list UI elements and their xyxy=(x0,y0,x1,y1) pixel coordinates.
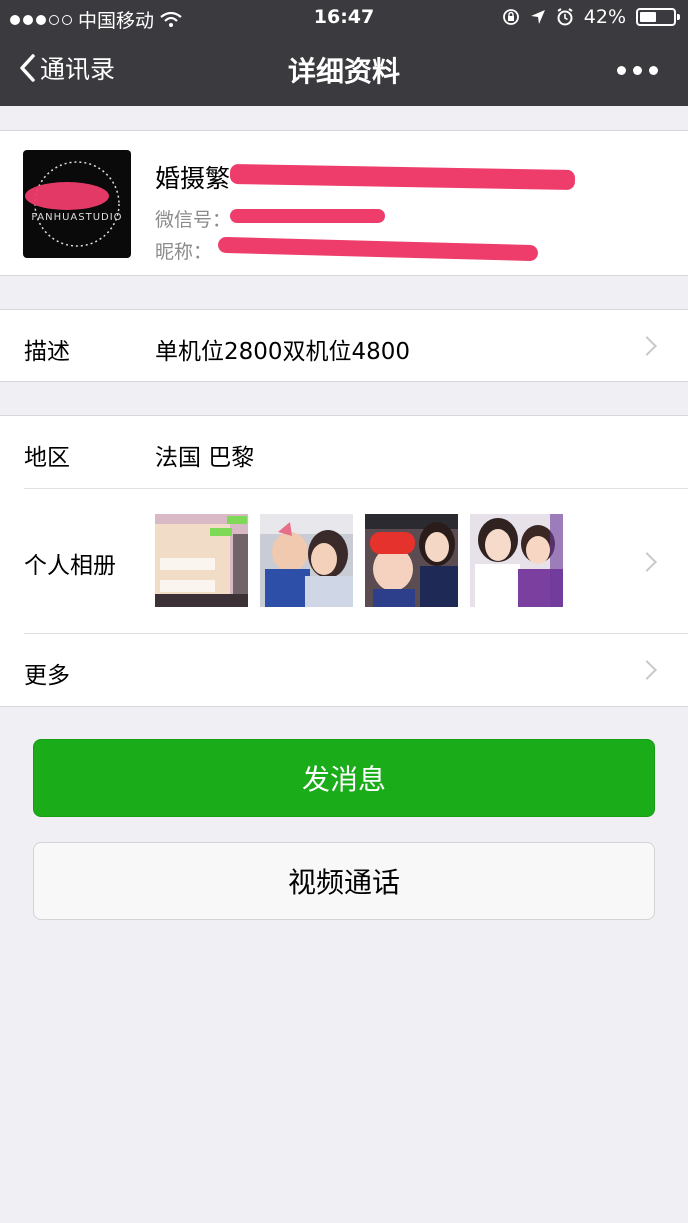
contact-name: 婚摄繁 xyxy=(155,164,231,193)
battery-percent: 42% xyxy=(583,6,626,28)
details-card: 地区 法国 巴黎 个人相册 更多 xyxy=(0,415,688,707)
avatar-logo-text: FANHUASTUDIO xyxy=(31,212,123,223)
battery-icon xyxy=(636,8,680,26)
region-label: 地区 xyxy=(24,445,70,471)
ellipsis-icon xyxy=(617,66,626,75)
description-value: 单机位2800双机位4800 xyxy=(155,339,411,365)
status-bar: 中国移动 16:47 42% xyxy=(0,0,688,36)
more-label: 更多 xyxy=(24,663,70,689)
video-call-button[interactable]: 视频通话 xyxy=(33,842,655,920)
location-icon xyxy=(530,10,545,24)
chevron-right-icon xyxy=(637,552,657,572)
region-value: 法国 巴黎 xyxy=(155,445,255,471)
chevron-right-icon xyxy=(637,660,657,680)
nickname-redaction xyxy=(217,236,539,262)
album-label: 个人相册 xyxy=(24,553,116,579)
more-options-button[interactable] xyxy=(617,66,658,75)
status-right: 42% xyxy=(502,6,680,28)
page-title: 详细资料 xyxy=(287,55,400,88)
chevron-right-icon xyxy=(637,336,657,356)
album-thumbnail-1[interactable] xyxy=(155,514,248,607)
nickname-label: 昵称： xyxy=(155,241,213,263)
rotation-lock-icon xyxy=(502,9,519,25)
nav-bar: 通讯录 详细资料 xyxy=(0,36,688,106)
avatar-redaction xyxy=(25,182,109,210)
send-message-button[interactable]: 发消息 xyxy=(33,739,655,817)
name-redaction xyxy=(229,163,576,191)
profile-card[interactable]: FANHUASTUDIO 婚摄繁 微信号： 昵称： xyxy=(0,130,688,276)
album-thumbnail-4[interactable] xyxy=(470,514,563,607)
description-row[interactable]: 描述 单机位2800双机位4800 xyxy=(0,309,688,382)
wechat-id-label: 微信号： xyxy=(155,209,232,231)
album-thumbnail-2[interactable] xyxy=(260,514,353,607)
description-label: 描述 xyxy=(24,339,70,365)
alarm-icon xyxy=(557,8,573,26)
avatar[interactable]: FANHUASTUDIO xyxy=(23,150,131,258)
more-row[interactable]: 更多 xyxy=(0,634,688,707)
wechat-id-redaction xyxy=(230,209,385,223)
region-row: 地区 法国 巴黎 xyxy=(0,416,688,489)
album-thumbnails[interactable] xyxy=(155,514,563,607)
album-thumbnail-3[interactable] xyxy=(365,514,458,607)
top-bar: 中国移动 16:47 42% 通讯录 详细资料 xyxy=(0,0,688,106)
